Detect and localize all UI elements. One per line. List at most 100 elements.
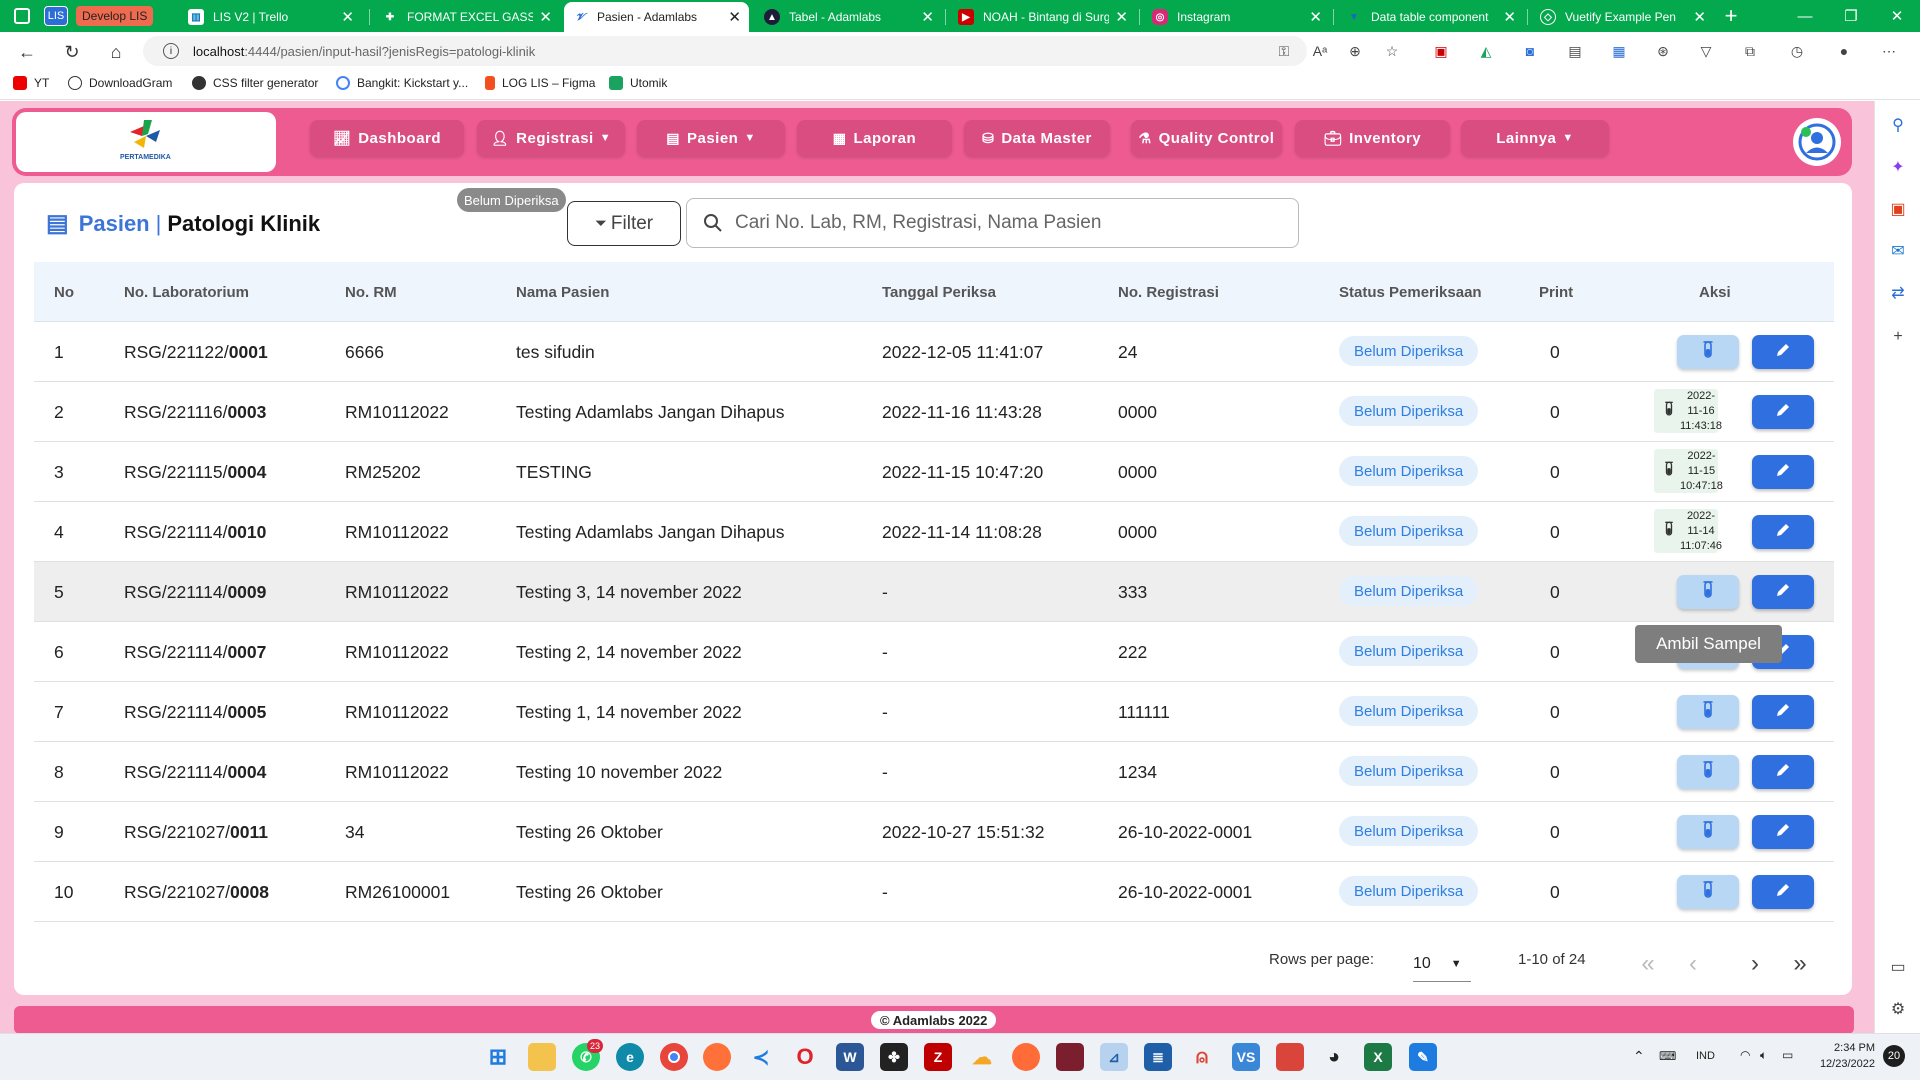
next-page-icon[interactable]: › [1741, 950, 1769, 978]
bookmark-utomik[interactable]: Utomik [609, 76, 667, 90]
edge-icon[interactable]: e [616, 1043, 644, 1071]
notification-badge[interactable]: 20 [1883, 1045, 1905, 1067]
close-tab-icon[interactable]: ✕ [539, 8, 552, 26]
close-tab-icon[interactable]: ✕ [1693, 8, 1706, 26]
firefox-icon[interactable] [703, 1043, 731, 1071]
restore-icon[interactable]: ❐ [1828, 0, 1874, 32]
favorite-icon[interactable]: ☆ [1383, 42, 1401, 60]
volume-icon[interactable]: 🔈︎ [1760, 1048, 1767, 1063]
close-tab-icon[interactable]: ✕ [728, 8, 741, 26]
close-tab-icon[interactable]: ✕ [1115, 8, 1128, 26]
header-print[interactable]: Print [1539, 262, 1573, 322]
header-no[interactable]: No [54, 262, 74, 322]
extension-green-icon[interactable]: ◭ [1477, 42, 1495, 60]
user-avatar[interactable] [1793, 118, 1841, 166]
settings-icon[interactable]: ⚙ [1888, 999, 1908, 1019]
bookmark-figma[interactable]: LOG LIS – Figma [485, 76, 595, 90]
notes-icon[interactable]: ≣ [1144, 1043, 1172, 1071]
edit-button[interactable] [1752, 515, 1814, 549]
bookmark-yt[interactable]: YT [13, 76, 49, 90]
app-logo[interactable]: PERTAMEDIKA [16, 112, 276, 172]
edit-button[interactable] [1752, 395, 1814, 429]
app-blue-icon[interactable]: ✎ [1409, 1043, 1437, 1071]
extension-dev-icon[interactable]: ⊛ [1654, 42, 1672, 60]
edit-button[interactable] [1752, 815, 1814, 849]
extensions-icon[interactable]: ⧉ [1741, 42, 1759, 60]
books-icon[interactable] [1276, 1043, 1304, 1071]
close-tab-icon[interactable]: ✕ [1503, 8, 1516, 26]
edit-button[interactable] [1752, 695, 1814, 729]
vscode-icon[interactable]: ≺ [747, 1043, 775, 1071]
profile-icon[interactable]: ● [1835, 42, 1853, 60]
ambil-sampel-button[interactable] [1677, 575, 1739, 609]
nav-dashboard[interactable]: 📈︎ Dashboard [310, 120, 464, 156]
tab-actions-icon[interactable] [14, 8, 30, 24]
postman-icon[interactable] [1012, 1043, 1040, 1071]
figma-icon[interactable]: ✤ [880, 1043, 908, 1071]
reload-icon[interactable]: ↻ [59, 39, 85, 65]
edit-button[interactable] [1752, 335, 1814, 369]
header-no-rm[interactable]: No. RM [345, 262, 397, 322]
keyboard-icon[interactable]: ⌨ [1659, 1049, 1676, 1063]
back-icon[interactable]: ← [14, 39, 40, 65]
read-aloud-icon[interactable]: Aᵃ [1311, 42, 1329, 60]
chart-app-icon[interactable]: ⊿ [1100, 1043, 1128, 1071]
excel-icon[interactable]: X [1364, 1043, 1392, 1071]
nav-laporan[interactable]: ▦ Laporan [797, 120, 952, 156]
clock-time[interactable]: 2:34 PM [1815, 1042, 1875, 1054]
header-no-laboratorium[interactable]: No. Laboratorium [124, 262, 249, 322]
key-icon[interactable]: ⚿ [1275, 42, 1293, 60]
ambil-sampel-button[interactable] [1677, 335, 1739, 369]
clock-date[interactable]: 12/23/2022 [1805, 1058, 1875, 1070]
table-row[interactable]: 5 RSG/221114/0009 RM10112022 Testing 3, 14 … [34, 562, 1834, 622]
bookmark-downloadgram[interactable]: DownloadGram [68, 76, 172, 90]
tab-pasien-adamlabs[interactable]: 𝓥 Pasien - Adamlabs ✕ [564, 2, 749, 32]
table-row[interactable]: 8 RSG/221114/0004 RM10112022 Testing 10 nov… [34, 742, 1834, 802]
battery-icon[interactable]: ▭ [1782, 1048, 1793, 1062]
header-no-registrasi[interactable]: No. Registrasi [1118, 262, 1219, 322]
bookmark-bangkit[interactable]: Bangkit: Kickstart y... [336, 76, 468, 90]
extension-red-icon[interactable]: ▣ [1432, 42, 1450, 60]
table-row[interactable]: 10 RSG/221027/0008 RM26100001 Testing 26 Ok… [34, 862, 1834, 922]
edit-button[interactable] [1752, 875, 1814, 909]
filezilla-icon[interactable]: Z [924, 1043, 952, 1071]
tab-data-table[interactable]: ▼ Data table component ✕ [1338, 2, 1524, 32]
last-page-icon[interactable]: » [1786, 950, 1814, 978]
add-icon[interactable]: + [1888, 327, 1908, 347]
filter-button[interactable]: ⏷ Filter [567, 201, 681, 246]
header-tanggal-periksa[interactable]: Tanggal Periksa [882, 262, 996, 322]
nav-data-master[interactable]: ⛁ Data Master [964, 120, 1110, 156]
edit-button[interactable] [1752, 755, 1814, 789]
search-input[interactable] [735, 212, 1255, 234]
table-row[interactable]: 9 RSG/221027/0011 34 Testing 26 Oktober 2022… [34, 802, 1834, 862]
zoom-icon[interactable]: ⊕ [1346, 42, 1364, 60]
tray-chevron-up-icon[interactable]: ⌃ [1633, 1048, 1645, 1065]
new-tab-icon[interactable]: + [1716, 2, 1746, 30]
table-row[interactable]: 7 RSG/221114/0005 RM10112022 Testing 1, 14 … [34, 682, 1834, 742]
visual-studio-icon[interactable]: VS [1232, 1043, 1260, 1071]
tab-develop-lis[interactable]: Develop LIS [76, 6, 154, 26]
table-row[interactable]: 4 RSG/221114/0010 RM10112022 Testing Adamla… [34, 502, 1834, 562]
home-icon[interactable]: ⌂ [103, 39, 129, 65]
ambil-sampel-button[interactable] [1677, 755, 1739, 789]
language-indicator[interactable]: IND [1696, 1050, 1715, 1062]
header-status[interactable]: Status Pemeriksaan [1339, 262, 1482, 322]
search-box[interactable] [686, 198, 1299, 248]
prev-page-icon[interactable]: ‹ [1679, 950, 1707, 978]
translate-icon[interactable]: ⇄ [1888, 283, 1908, 303]
extension-vue-icon[interactable]: ▽ [1697, 42, 1715, 60]
ahk-icon[interactable]: ⍝ [1188, 1043, 1216, 1071]
bookmark-css-filter[interactable]: CSS filter generator [192, 76, 318, 90]
edit-button[interactable] [1752, 455, 1814, 489]
tab-tabel-adamlabs[interactable]: ▲ Tabel - Adamlabs ✕ [756, 2, 942, 32]
nav-quality-control[interactable]: ⚗ Quality Control [1131, 120, 1282, 156]
extension-translate-icon[interactable]: ▦ [1610, 42, 1628, 60]
ambil-sampel-button[interactable] [1677, 875, 1739, 909]
tab-trello[interactable]: ▥ LIS V2 | Trello ✕ [180, 2, 362, 32]
sidebar-toggle-icon[interactable]: ▭ [1888, 957, 1908, 977]
table-row[interactable]: 3 RSG/221115/0004 RM25202 TESTING 2022-11-15… [34, 442, 1834, 502]
tab-noah[interactable]: ▶ NOAH - Bintang di Surga ✕ [950, 2, 1136, 32]
github-desktop-icon[interactable]: ◕ [1320, 1043, 1348, 1071]
tab-vuetify-pen[interactable]: ◇ Vuetify Example Pen ✕ [1532, 2, 1714, 32]
nav-inventory[interactable]: 💼︎ Inventory [1295, 120, 1450, 156]
